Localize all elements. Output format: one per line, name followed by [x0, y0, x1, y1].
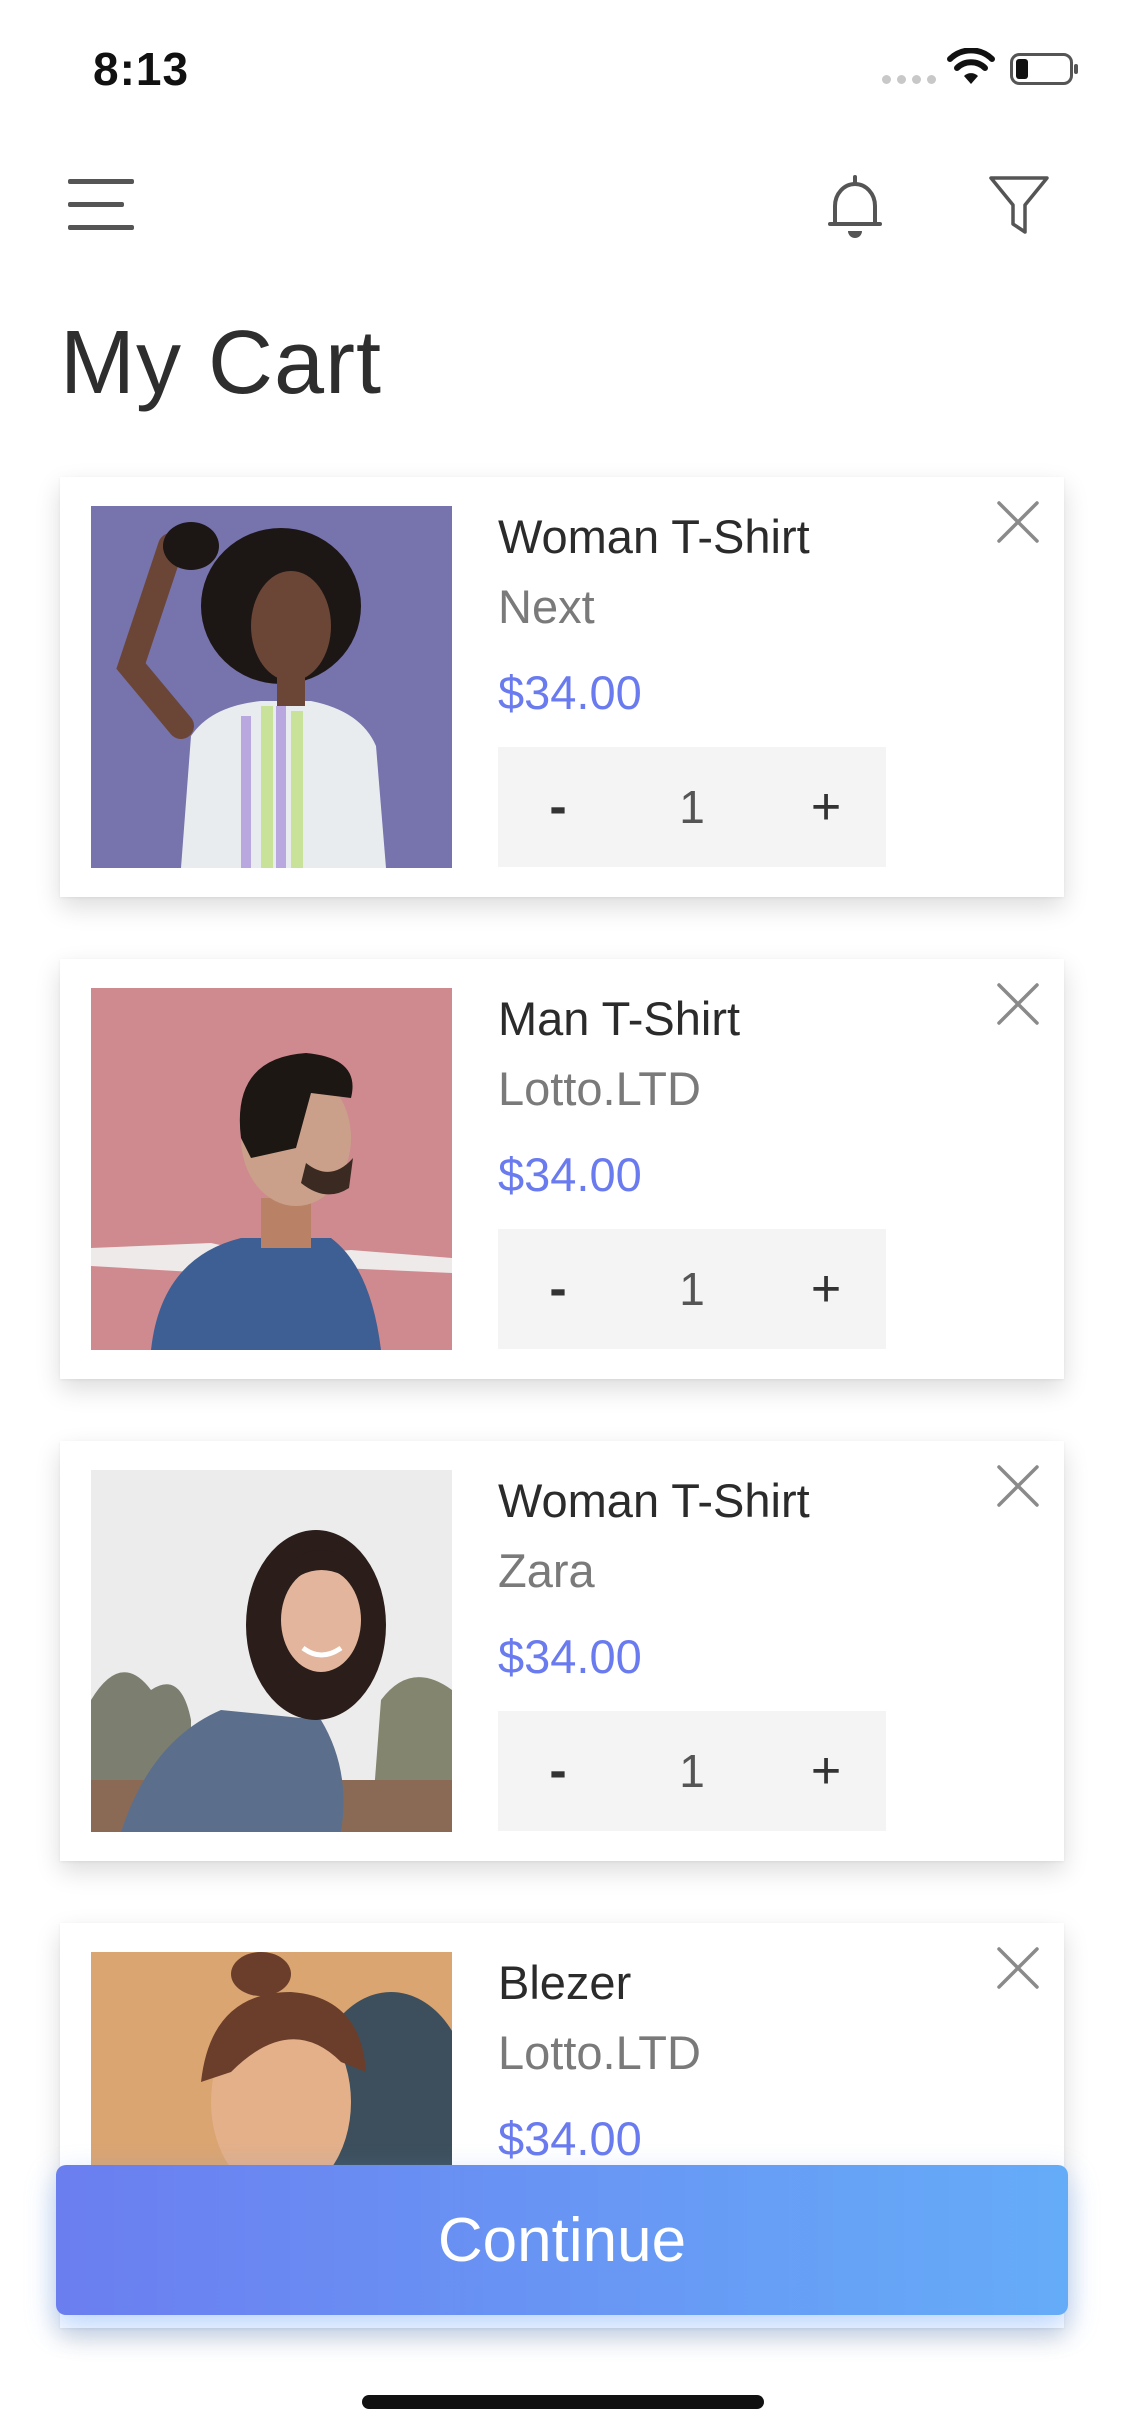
quantity-value: 1 — [679, 1263, 705, 1315]
status-bar: 8:13 — [0, 0, 1125, 135]
product-price: $34.00 — [498, 666, 642, 719]
product-name: Woman T-Shirt — [498, 510, 810, 563]
product-image — [91, 506, 452, 868]
close-icon[interactable] — [993, 979, 1043, 1029]
increase-quantity-button[interactable]: + — [766, 747, 886, 867]
quantity-stepper: - 1 + — [498, 1229, 886, 1349]
product-name: Blezer — [498, 1956, 632, 2009]
page-title: My Cart — [60, 313, 382, 413]
close-icon[interactable] — [993, 497, 1043, 547]
bell-icon[interactable] — [825, 172, 885, 240]
filter-icon[interactable] — [988, 174, 1050, 236]
quantity-value: 1 — [679, 1745, 705, 1797]
battery-icon — [1010, 53, 1078, 85]
quantity-value: 1 — [679, 781, 705, 833]
close-icon[interactable] — [993, 1461, 1043, 1511]
increase-quantity-button[interactable]: + — [766, 1711, 886, 1831]
close-icon[interactable] — [993, 1943, 1043, 1993]
increase-quantity-button[interactable]: + — [766, 1229, 886, 1349]
decrease-quantity-button[interactable]: - — [498, 747, 618, 867]
product-price: $34.00 — [498, 1630, 642, 1683]
product-price: $34.00 — [498, 1148, 642, 1201]
continue-button-container: Continue — [56, 2165, 1068, 2315]
signal-icon — [882, 75, 936, 84]
cart-item[interactable]: Woman T-Shirt Next $34.00 - 1 + — [60, 477, 1064, 897]
cart-screen: 8:13 My Cart Woman T-Shirt Next $34.00 -… — [0, 0, 1125, 2436]
product-name: Man T-Shirt — [498, 992, 741, 1045]
decrease-quantity-button[interactable]: - — [498, 1229, 618, 1349]
product-brand: Zara — [498, 1544, 595, 1597]
product-name: Woman T-Shirt — [498, 1474, 810, 1527]
home-indicator[interactable] — [362, 2395, 764, 2409]
quantity-stepper: - 1 + — [498, 747, 886, 867]
status-time: 8:13 — [93, 43, 190, 95]
product-price: $34.00 — [498, 2112, 642, 2165]
product-brand: Next — [498, 580, 595, 633]
wifi-icon — [947, 48, 995, 84]
decrease-quantity-button[interactable]: - — [498, 1711, 618, 1831]
cart-item[interactable]: Man T-Shirt Lotto.LTD $34.00 - 1 + — [60, 959, 1064, 1379]
product-image — [91, 1470, 452, 1832]
continue-button[interactable]: Continue — [56, 2165, 1068, 2315]
product-brand: Lotto.LTD — [498, 2026, 701, 2079]
cart-item[interactable]: Woman T-Shirt Zara $34.00 - 1 + — [60, 1441, 1064, 1861]
menu-icon[interactable] — [68, 175, 138, 237]
quantity-stepper: - 1 + — [498, 1711, 886, 1831]
product-brand: Lotto.LTD — [498, 1062, 701, 1115]
product-image — [91, 988, 452, 1350]
